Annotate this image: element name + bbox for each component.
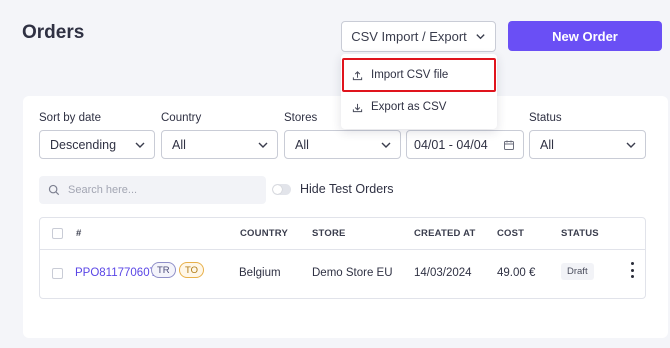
search-input[interactable] — [68, 184, 258, 196]
chevron-down-icon — [135, 142, 145, 148]
calendar-icon — [504, 140, 514, 150]
order-store: Demo Store EU — [312, 267, 393, 279]
status-filter: Status All — [529, 112, 646, 159]
sort-select-value: Descending — [50, 137, 117, 152]
status-select-value: All — [540, 137, 554, 152]
date-range-input[interactable]: 04/01 - 04/04 — [406, 130, 524, 159]
hide-test-orders-toggle[interactable] — [272, 183, 291, 195]
chevron-down-icon — [258, 142, 268, 148]
csv-import-export-button[interactable]: CSV Import / Export — [341, 21, 496, 52]
column-header-country: COUNTRY — [240, 228, 289, 239]
search-icon — [48, 184, 60, 196]
country-filter-label: Country — [161, 112, 202, 124]
order-created-at: 14/03/2024 — [414, 267, 472, 279]
country-select[interactable]: All — [161, 130, 278, 159]
select-all-checkbox[interactable] — [52, 228, 63, 239]
order-country: Belgium — [239, 267, 281, 279]
status-select[interactable]: All — [529, 130, 646, 159]
download-icon — [352, 103, 363, 112]
date-range-value: 04/01 - 04/04 — [414, 137, 488, 152]
menu-item-export-csv[interactable]: Export as CSV — [341, 92, 497, 122]
row-checkbox[interactable] — [52, 268, 63, 279]
chevron-down-icon — [381, 142, 391, 148]
new-order-button[interactable]: New Order — [508, 21, 662, 51]
csv-button-label: CSV Import / Export — [351, 29, 467, 44]
page-title: Orders — [22, 22, 85, 43]
row-actions-kebab-icon[interactable] — [629, 262, 635, 278]
column-header-created-at: CREATED AT — [414, 228, 476, 239]
status-filter-label: Status — [529, 112, 562, 124]
order-tag-tr: TR — [151, 262, 176, 278]
status-badge: Draft — [561, 263, 594, 280]
hide-test-orders-label: Hide Test Orders — [300, 182, 394, 196]
column-header-id: # — [76, 228, 82, 239]
country-filter: Country All — [161, 112, 278, 159]
chevron-down-icon — [626, 142, 636, 148]
hide-test-orders: Hide Test Orders — [272, 182, 394, 196]
sort-select[interactable]: Descending — [39, 130, 155, 159]
menu-item-label: Import CSV file — [371, 69, 449, 81]
order-cost: 49.00 € — [497, 267, 536, 279]
order-tag-to: TO — [179, 262, 205, 278]
column-header-store: STORE — [312, 228, 346, 239]
stores-select[interactable]: All — [284, 130, 401, 159]
menu-item-import-csv[interactable]: Import CSV file — [341, 60, 497, 90]
chevron-down-icon — [476, 34, 485, 40]
table-row[interactable]: PPO81177060T TR TO Belgium Demo Store EU… — [40, 250, 645, 299]
country-select-value: All — [172, 137, 186, 152]
csv-dropdown-menu: Import CSV file Export as CSV — [341, 54, 497, 129]
sort-filter: Sort by date Descending — [39, 112, 155, 159]
sort-filter-label: Sort by date — [39, 112, 102, 124]
column-header-cost: COST — [497, 228, 525, 239]
menu-item-label: Export as CSV — [371, 101, 447, 113]
upload-icon — [352, 70, 363, 80]
order-id-link[interactable]: PPO81177060T — [75, 267, 157, 279]
search-box — [39, 176, 266, 204]
table-header: # COUNTRY STORE CREATED AT COST STATUS — [40, 218, 645, 250]
stores-select-value: All — [295, 137, 309, 152]
column-header-status: STATUS — [561, 228, 599, 239]
orders-table: # COUNTRY STORE CREATED AT COST STATUS P… — [39, 217, 646, 299]
